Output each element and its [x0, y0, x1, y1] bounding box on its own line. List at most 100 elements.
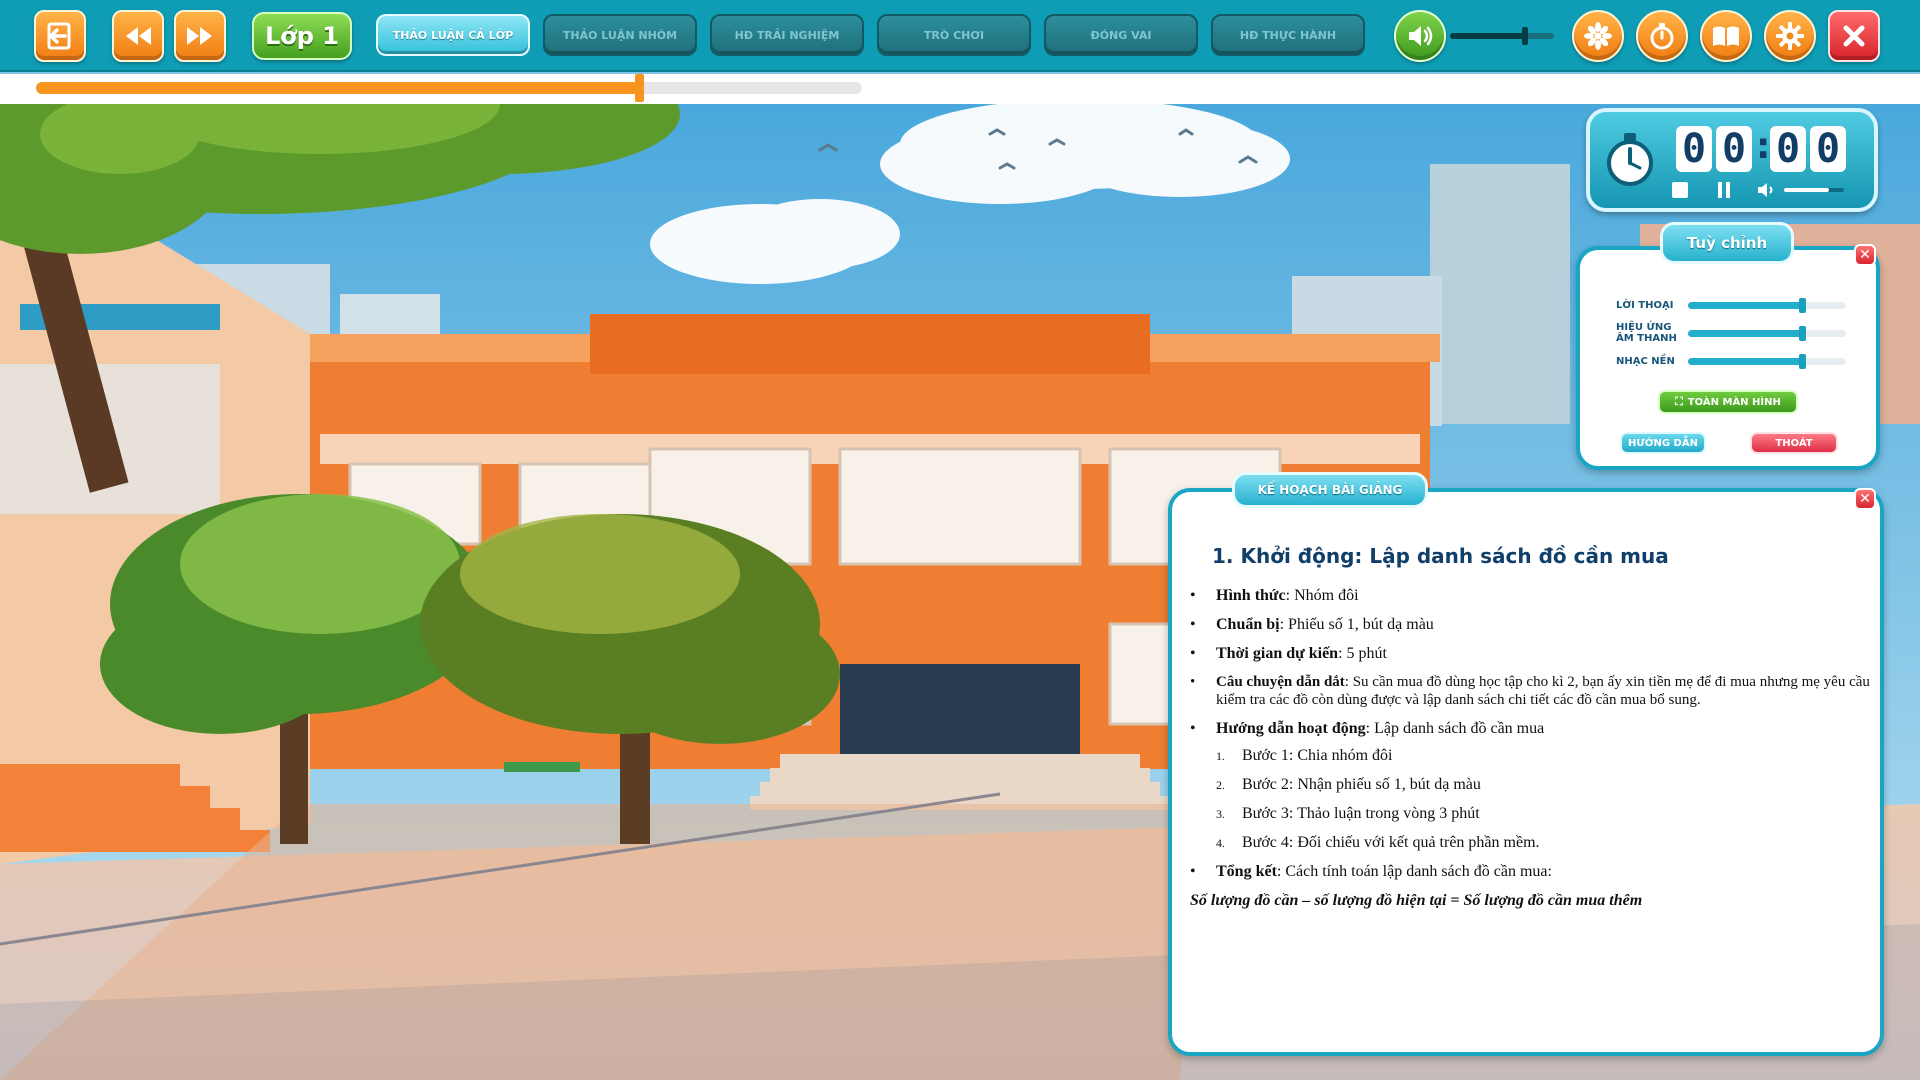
lesson-steps: Bước 1: Chia nhóm đôi Bước 2: Nhận phiếu…	[1190, 746, 1870, 853]
exit-lesson-button[interactable]	[34, 10, 86, 62]
item-term: Câu chuyện dẫn dắt	[1216, 674, 1345, 690]
lesson-formula: Số lượng đồ cần – số lượng đồ hiện tại =…	[1190, 892, 1643, 909]
settings-panel: LỜI THOẠI HIỆU ỨNG ÂM THANH NHẠC NỀN ⛶ TO…	[1576, 246, 1880, 470]
sound-effects-volume-slider[interactable]	[1688, 326, 1846, 341]
summary-term: Tổng kết	[1216, 863, 1277, 880]
step-item: Bước 1: Chia nhóm đôi	[1190, 746, 1870, 766]
lesson-summary: Tổng kết: Cách tính toán lập danh sách đ…	[1190, 862, 1870, 881]
exit-settings-button[interactable]: THOÁT	[1750, 432, 1838, 454]
gear-icon	[1776, 22, 1804, 50]
fullscreen-button[interactable]: ⛶ TOÀN MÀN HÌNH	[1658, 390, 1798, 414]
minutes-tens-digit: 0	[1676, 126, 1712, 172]
music-volume-label: NHẠC NỀN	[1616, 356, 1675, 367]
timer-colon: :	[1756, 126, 1771, 167]
list-item: Câu chuyện dẫn dắt: Su cần mua đồ dùng h…	[1190, 673, 1870, 709]
lesson-progress-fill	[36, 82, 639, 94]
rewind-icon	[126, 27, 151, 45]
fast-forward-icon	[187, 27, 212, 45]
minutes-ones-digit: 0	[1716, 126, 1752, 172]
item-text: : Phiếu số 1, bút dạ màu	[1279, 616, 1434, 633]
speaker-icon	[1409, 26, 1433, 46]
item-term: Chuẩn bị	[1216, 616, 1280, 633]
pause-icon[interactable]	[1716, 182, 1732, 198]
item-term: Hướng dẫn hoạt động	[1216, 720, 1366, 737]
lesson-content: Hình thức: Nhóm đôi Chuẩn bị: Phiếu số 1…	[1190, 586, 1870, 910]
step-text: Bước 2: Nhận phiếu số 1, bút dạ màu	[1242, 776, 1481, 793]
volume-button[interactable]	[1394, 10, 1446, 62]
toolbar: Lớp 1 Thảo luận cả lớp Thảo luận nhóm HĐ…	[0, 0, 1920, 72]
settings-title: Tuỳ chỉnh	[1660, 222, 1794, 264]
item-term: Thời gian dự kiến	[1216, 645, 1339, 662]
item-text: : Nhóm đôi	[1285, 587, 1359, 604]
close-app-button[interactable]	[1828, 10, 1880, 62]
tab-experience[interactable]: HĐ Trải nghiệm	[710, 14, 864, 56]
next-button[interactable]	[174, 10, 226, 62]
flower-icon	[1584, 22, 1612, 50]
settings-button[interactable]	[1764, 10, 1816, 62]
list-item: Tổng kết: Cách tính toán lập danh sách đ…	[1190, 862, 1870, 881]
volume-slider[interactable]	[1450, 27, 1554, 45]
tab-role-play[interactable]: Đóng vai	[1044, 14, 1198, 56]
fullscreen-icon: ⛶	[1675, 395, 1683, 408]
exit-icon	[47, 22, 71, 50]
lesson-progress-bar[interactable]	[36, 74, 862, 102]
dialogue-volume-fill	[1688, 302, 1802, 309]
lesson-plan-title: KẾ HOẠCH BÀI GIẢNG	[1232, 472, 1428, 508]
music-volume-slider[interactable]	[1688, 354, 1846, 369]
close-lesson-plan-button[interactable]: ✕	[1854, 488, 1876, 510]
stop-icon[interactable]	[1672, 182, 1688, 198]
music-volume-handle[interactable]	[1798, 354, 1806, 369]
volume-slider-fill	[1450, 33, 1525, 39]
close-icon	[1843, 25, 1865, 47]
close-settings-button[interactable]: ✕	[1854, 244, 1876, 266]
tab-practice[interactable]: HĐ thực hành	[1211, 14, 1365, 56]
timer-button[interactable]	[1636, 10, 1688, 62]
sound-effects-volume-label: HIỆU ỨNG ÂM THANH	[1616, 322, 1677, 344]
music-volume-fill	[1688, 358, 1802, 365]
previous-button[interactable]	[112, 10, 164, 62]
step-item: Bước 4: Đối chiếu với kết quả trên phần …	[1190, 833, 1870, 853]
list-item: Hướng dẫn hoạt động: Lập danh sách đồ cầ…	[1190, 719, 1870, 738]
guide-button[interactable]: HƯỚNG DẪN	[1620, 432, 1706, 454]
lesson-plan-panel: 1. Khởi động: Lập danh sách đồ cần mua H…	[1168, 488, 1884, 1056]
sound-effects-volume-handle[interactable]	[1798, 326, 1806, 341]
lesson-heading: 1. Khởi động: Lập danh sách đồ cần mua	[1212, 544, 1669, 568]
item-term: Hình thức	[1216, 587, 1286, 604]
item-text: : Lập danh sách đồ cần mua	[1365, 720, 1545, 737]
step-text: Bước 4: Đối chiếu với kết quả trên phần …	[1242, 834, 1540, 851]
book-icon	[1713, 26, 1739, 46]
timer-volume-fill	[1784, 188, 1829, 192]
countdown-timer: 0 0 : 0 0	[1586, 108, 1878, 212]
close-icon: ✕	[1859, 491, 1871, 507]
list-item: Hình thức: Nhóm đôi	[1190, 586, 1870, 605]
tab-game[interactable]: Trò chơi	[877, 14, 1031, 56]
dialogue-volume-slider[interactable]	[1688, 298, 1846, 313]
step-item: Bước 3: Thảo luận trong vòng 3 phút	[1190, 804, 1870, 824]
sound-effects-volume-fill	[1688, 330, 1802, 337]
step-text: Bước 3: Thảo luận trong vòng 3 phút	[1242, 805, 1480, 822]
lesson-items: Hình thức: Nhóm đôi Chuẩn bị: Phiếu số 1…	[1190, 586, 1870, 738]
item-text: : 5 phút	[1338, 645, 1387, 662]
stopwatch-icon	[1607, 133, 1653, 186]
close-icon: ✕	[1859, 247, 1871, 263]
list-item: Thời gian dự kiến: 5 phút	[1190, 644, 1870, 663]
volume-slider-handle[interactable]	[1521, 27, 1528, 45]
activities-button[interactable]	[1572, 10, 1624, 62]
step-text: Bước 1: Chia nhóm đôi	[1242, 747, 1393, 764]
seconds-tens-digit: 0	[1770, 126, 1806, 172]
fullscreen-label: TOÀN MÀN HÌNH	[1687, 396, 1781, 408]
tab-group-discussion[interactable]: Thảo luận nhóm	[543, 14, 697, 56]
dialogue-volume-label: LỜI THOẠI	[1616, 300, 1674, 311]
tab-class-discussion[interactable]: Thảo luận cả lớp	[376, 14, 530, 56]
class-badge: Lớp 1	[252, 12, 352, 60]
dialogue-volume-handle[interactable]	[1798, 298, 1806, 313]
speaker-icon[interactable]	[1756, 181, 1776, 199]
stopwatch-icon	[1650, 23, 1674, 50]
seconds-ones-digit: 0	[1810, 126, 1846, 172]
list-item: Chuẩn bị: Phiếu số 1, bút dạ màu	[1190, 615, 1870, 634]
lesson-progress-handle[interactable]	[634, 74, 644, 102]
timer-volume-slider[interactable]	[1784, 188, 1844, 192]
lesson-book-button[interactable]	[1700, 10, 1752, 62]
step-item: Bước 2: Nhận phiếu số 1, bút dạ màu	[1190, 775, 1870, 795]
summary-text: : Cách tính toán lập danh sách đồ cần mu…	[1276, 863, 1552, 880]
